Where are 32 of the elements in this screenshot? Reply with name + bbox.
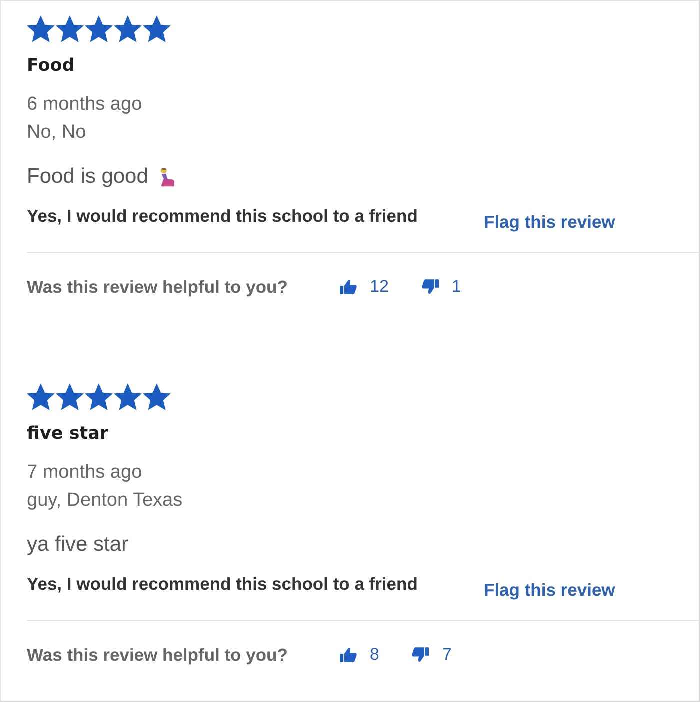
thumbs-down-icon <box>412 647 430 663</box>
review-date: 7 months ago <box>27 461 144 485</box>
thumbs-up-button[interactable]: 12 <box>340 275 389 299</box>
thumbs-down-button[interactable]: 1 <box>422 275 462 299</box>
thumbs-down-icon <box>422 279 439 295</box>
star-icon <box>56 15 84 43</box>
reviewer-name: No, No <box>27 121 88 145</box>
helpful-prompt: Was this review helpful to you? <box>27 644 289 667</box>
star-icon <box>143 15 171 43</box>
helpful-prompt: Was this review helpful to you? <box>27 276 289 299</box>
review-title: five star <box>27 423 110 445</box>
reviewer-name: guy, Denton Texas <box>27 489 184 513</box>
star-icon <box>27 15 55 43</box>
thumbs-up-icon <box>340 279 357 295</box>
thumbs-up-button[interactable]: 8 <box>340 643 380 667</box>
flag-review-link[interactable]: Flag this review <box>484 578 616 602</box>
review-date: 6 months ago <box>27 93 144 117</box>
star-icon <box>143 383 171 411</box>
recommendation-text: Yes, I would recommend this school to a friend <box>27 573 419 596</box>
review-text: Food is good <box>27 164 148 190</box>
star-icon <box>85 15 113 43</box>
thumbs-down-button[interactable]: 7 <box>412 643 452 667</box>
star-icon <box>27 383 55 411</box>
star-icon <box>114 15 142 43</box>
star-icon <box>85 383 113 411</box>
thumbs-up-icon <box>340 647 357 663</box>
review-text: ya five star <box>27 532 129 558</box>
review-title: Food <box>27 55 76 77</box>
star-icon <box>56 383 84 411</box>
recommendation-text: Yes, I would recommend this school to a friend <box>27 205 419 228</box>
flag-review-link[interactable]: Flag this review <box>484 210 616 234</box>
star-icon <box>114 383 142 411</box>
